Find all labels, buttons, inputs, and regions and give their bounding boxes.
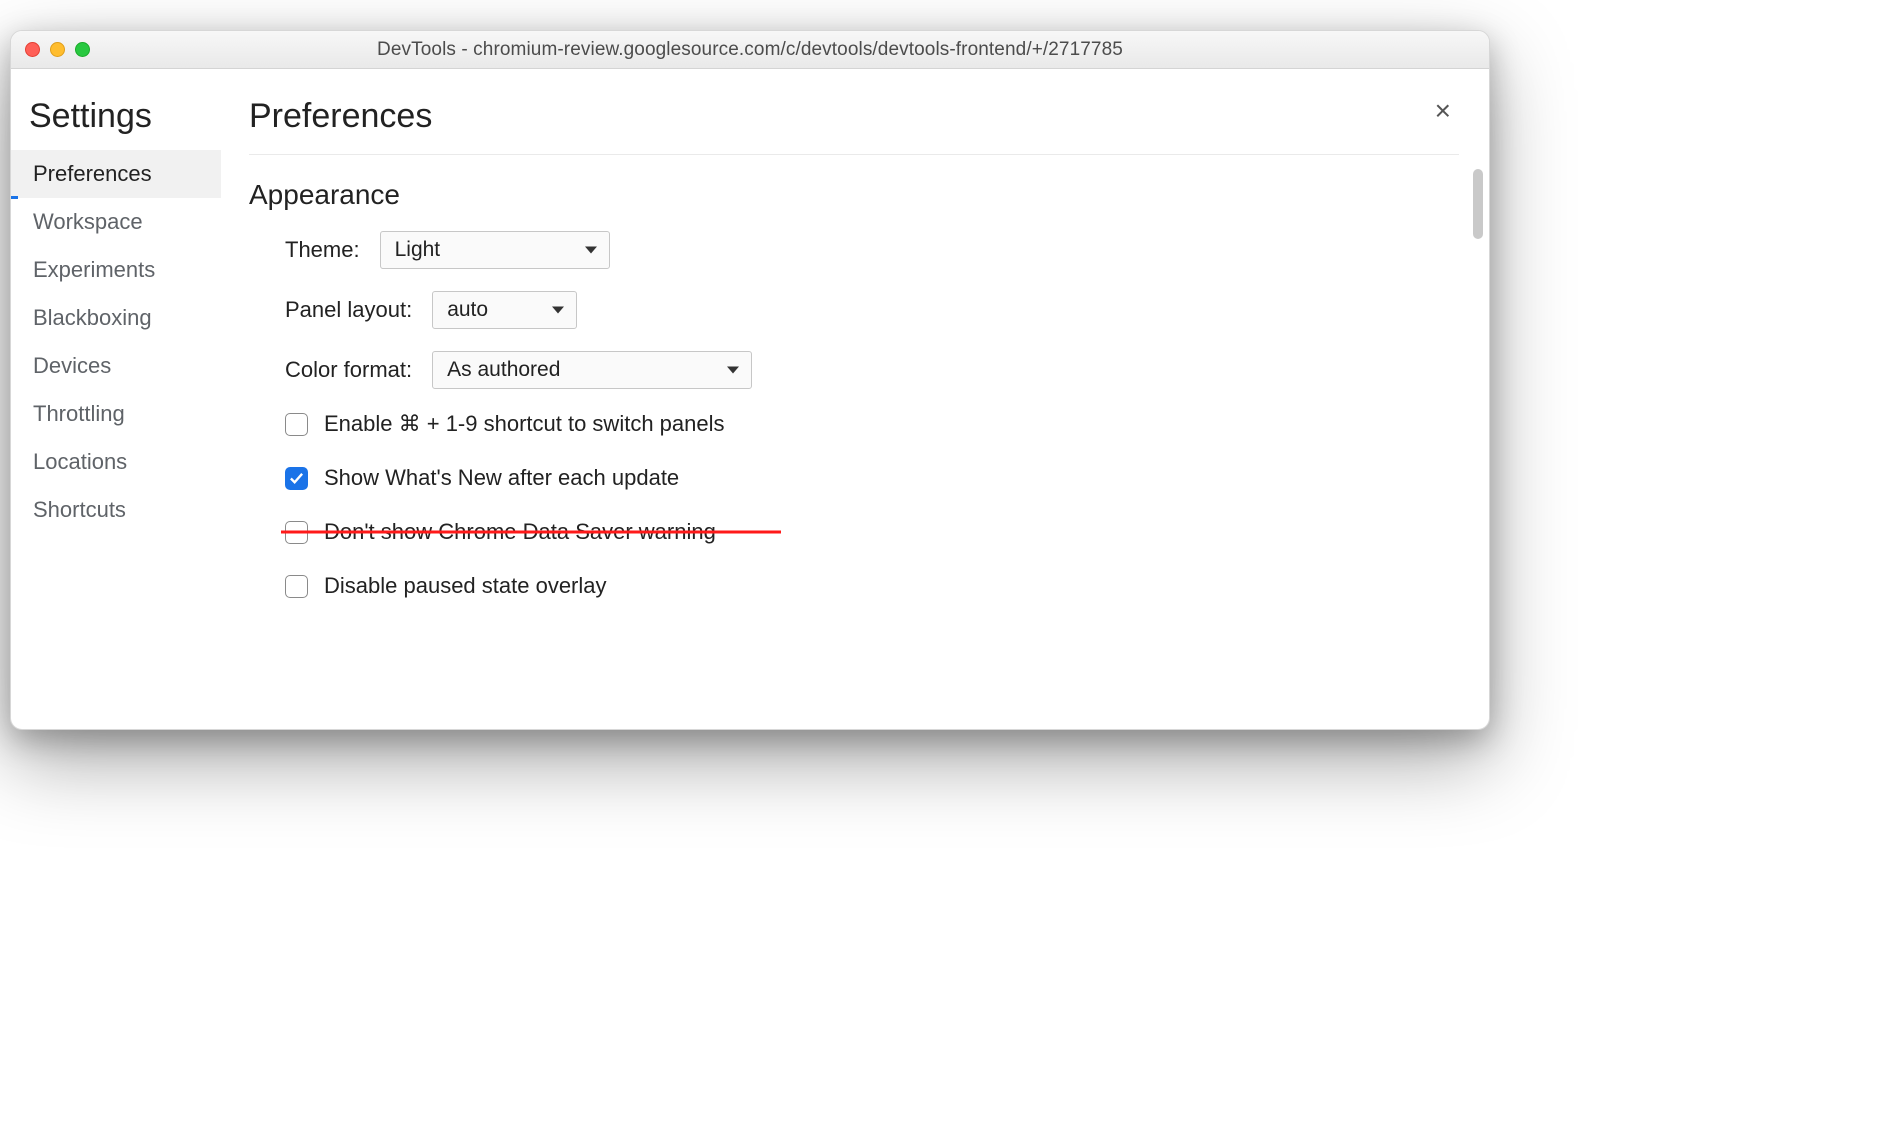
checkbox-paused-overlay[interactable]: Disable paused state overlay — [285, 573, 1459, 599]
theme-label: Theme: — [285, 237, 360, 263]
checkbox-whats-new[interactable]: Show What's New after each update — [285, 465, 1459, 491]
checkbox-icon[interactable] — [285, 413, 308, 436]
panel-layout-label: Panel layout: — [285, 297, 412, 323]
checkbox-enable-shortcut[interactable]: Enable ⌘ + 1-9 shortcut to switch panels — [285, 411, 1459, 437]
theme-select[interactable]: Light — [380, 231, 610, 269]
checkbox-icon[interactable] — [285, 467, 308, 490]
section-appearance: Appearance — [249, 179, 1459, 211]
color-format-select[interactable]: As authored — [432, 351, 752, 389]
strikethrough-annotation — [281, 531, 781, 534]
checkbox-icon[interactable] — [285, 575, 308, 598]
sidebar-items: Preferences Workspace Experiments Blackb… — [11, 150, 221, 534]
body: × Settings Preferences Workspace Experim… — [11, 69, 1489, 729]
sidebar-item-workspace[interactable]: Workspace — [11, 198, 221, 246]
checkbox-label: Show What's New after each update — [324, 465, 679, 491]
window-title: DevTools - chromium-review.googlesource.… — [377, 39, 1123, 61]
panel-layout-value: auto — [447, 298, 488, 322]
checkbox-label: Disable paused state overlay — [324, 573, 607, 599]
titlebar: DevTools - chromium-review.googlesource.… — [11, 31, 1489, 69]
sidebar-item-shortcuts[interactable]: Shortcuts — [11, 486, 221, 534]
content: Preferences Appearance Theme: Light Pane… — [221, 69, 1489, 729]
sidebar-item-blackboxing[interactable]: Blackboxing — [11, 294, 221, 342]
chevron-down-icon — [585, 247, 597, 254]
panel-layout-select[interactable]: auto — [432, 291, 577, 329]
traffic-lights — [25, 42, 90, 57]
page-title: Preferences — [249, 97, 1459, 155]
sidebar-item-throttling[interactable]: Throttling — [11, 390, 221, 438]
sidebar-item-devices[interactable]: Devices — [11, 342, 221, 390]
minimize-window-button[interactable] — [50, 42, 65, 57]
checkbox-data-saver[interactable]: Don't show Chrome Data Saver warning — [285, 519, 1459, 545]
sidebar-item-experiments[interactable]: Experiments — [11, 246, 221, 294]
color-format-label: Color format: — [285, 357, 412, 383]
zoom-window-button[interactable] — [75, 42, 90, 57]
panel-layout-row: Panel layout: auto — [285, 291, 1459, 329]
chevron-down-icon — [727, 367, 739, 374]
color-format-row: Color format: As authored — [285, 351, 1459, 389]
theme-value: Light — [395, 238, 441, 262]
chevron-down-icon — [552, 307, 564, 314]
sidebar-item-preferences[interactable]: Preferences — [11, 150, 221, 198]
sidebar-heading: Settings — [11, 97, 221, 150]
checkbox-label: Enable ⌘ + 1-9 shortcut to switch panels — [324, 411, 725, 437]
theme-row: Theme: Light — [285, 231, 1459, 269]
sidebar-item-locations[interactable]: Locations — [11, 438, 221, 486]
sidebar: Settings Preferences Workspace Experimen… — [11, 69, 221, 729]
close-window-button[interactable] — [25, 42, 40, 57]
scrollbar[interactable] — [1473, 169, 1483, 239]
color-format-value: As authored — [447, 358, 560, 382]
devtools-window: DevTools - chromium-review.googlesource.… — [10, 30, 1490, 730]
